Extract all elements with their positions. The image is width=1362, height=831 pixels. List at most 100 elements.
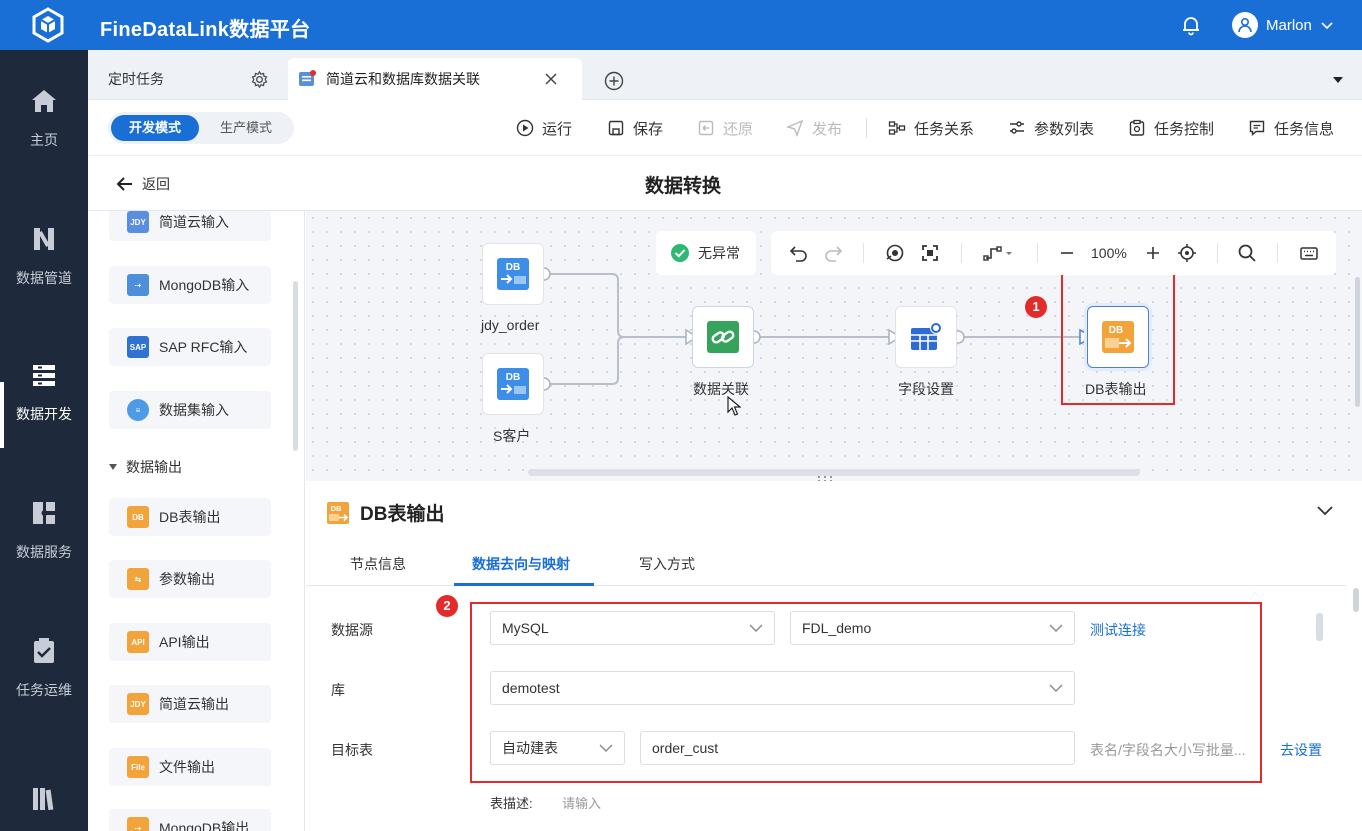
task-relations-button[interactable]: 任务关系 [888,118,974,138]
save-button[interactable]: 保存 [607,118,663,138]
canvas-toolbar-divider [1217,243,1218,263]
library-icon [33,788,54,811]
highlight-box-output-node [1061,267,1175,405]
task-control-icon [1129,119,1145,136]
mode-switch: 开发模式 生产模式 [108,112,294,144]
keyboard-icon[interactable] [1299,243,1319,263]
palette-item-label: 简道云输出 [159,696,229,712]
palette-item-dataset-input[interactable]: ≡ 数据集输入 [109,391,271,429]
go-settings-link[interactable]: 去设置 [1280,740,1322,760]
task-info-button[interactable]: 任务信息 [1248,118,1334,138]
undo-icon[interactable] [789,243,809,263]
jdy-output-icon: JDY [127,693,149,715]
dataset-input-icon: ≡ [127,399,149,421]
palette-item-label: SAP RFC输入 [159,339,248,355]
restore-button[interactable]: 还原 [697,118,753,138]
svg-text:DB: DB [331,504,342,513]
tab-dropdown-icon[interactable] [1332,76,1344,84]
node-jdy-order[interactable]: DB [482,243,544,305]
step-badge-1: 1 [1025,296,1047,318]
editor-header: 数据转换 返回 [88,156,1362,211]
canvas-toolbar-divider [1037,243,1038,263]
palette-item-jdy-output[interactable]: JDY 简道云输出 [109,685,271,723]
node-s-customer[interactable]: DB [482,353,544,415]
app-title: FineDataLink数据平台 [100,19,311,41]
canvas-horizontal-scrollbar[interactable] [528,469,1140,476]
zoom-in-icon[interactable] [1145,243,1161,263]
palette-item-label: MongoDB输出 [159,820,250,831]
tab-label: 定时任务 [108,71,164,87]
fit-screen-icon[interactable] [920,243,940,263]
top-bar: FineDataLink数据平台 Marlon [0,0,1362,50]
palette-group-output[interactable]: 数据输出 [108,457,182,477]
gear-icon[interactable] [250,70,269,89]
notification-bell-icon[interactable] [1180,14,1202,36]
node-data-join[interactable] [692,306,754,368]
pipeline-icon [34,228,54,250]
preview-eye-icon[interactable] [885,243,905,263]
sap-input-icon: SAP [127,336,149,358]
palette-item-jdy-input[interactable]: JDY 简道云输入 [109,211,271,241]
connector-style-icon[interactable] [983,243,1015,263]
palette-item-file-output[interactable]: File 文件输出 [109,748,271,786]
palette-group-label: 数据输出 [126,459,182,475]
database-label: 库 [331,682,345,698]
node-field-settings[interactable] [895,306,957,368]
close-icon[interactable] [544,72,558,86]
restore-icon [698,120,714,136]
back-button[interactable]: 返回 [116,174,170,194]
palette-scrollbar[interactable] [293,281,298,451]
page-scrollbar[interactable] [1353,588,1359,612]
dev-mode-button[interactable]: 开发模式 [111,115,199,141]
mongodb-input-icon: ⇢ [127,274,149,296]
add-tab-icon[interactable] [604,71,624,91]
redo-icon[interactable] [823,243,843,263]
user-menu[interactable]: Marlon [1232,12,1334,38]
link-join-icon [707,321,739,353]
palette-item-mongodb-input[interactable]: ⇢ MongoDB输入 [109,266,271,304]
db-input-icon: DB [497,368,529,400]
task-control-button[interactable]: 任务控制 [1128,118,1214,138]
nav-item-service[interactable]: 数据服务 [0,498,88,608]
restore-label: 还原 [723,120,754,138]
prod-mode-button[interactable]: 生产模式 [202,115,290,141]
nav-item-dev[interactable]: 数据开发 [0,360,88,470]
datasource-label: 数据源 [331,622,373,638]
tab-write-mode[interactable]: 写入方式 [639,554,695,574]
param-list-button[interactable]: 参数列表 [1008,118,1094,138]
node-properties-panel: DB DB表输出 节点信息 数据去向与映射 写入方式 数据源 MySQL FDL… [306,481,1362,831]
publish-button[interactable]: 发布 [786,118,842,138]
zoom-out-icon[interactable] [1059,243,1075,263]
palette-item-api-output[interactable]: API API输出 [109,623,271,661]
search-icon[interactable] [1237,243,1257,263]
palette-item-label: DB表输出 [159,509,221,525]
palette-item-param-output[interactable]: ⇆ 参数输出 [109,560,271,598]
tab-scheduled-tasks[interactable]: 定时任务 [88,58,284,100]
nav-item-pipeline[interactable]: 数据管道 [0,224,88,334]
canvas-vertical-scrollbar[interactable] [1355,277,1360,407]
nav-item-ops[interactable]: 任务运维 [0,636,88,746]
nav-label-ops: 任务运维 [16,682,72,698]
zoom-level: 100% [1091,245,1127,261]
props-scrollbar[interactable] [1316,613,1323,641]
tab-current-task[interactable]: 简道云和数据库数据关联 [288,58,582,100]
tab-data-mapping[interactable]: 数据去向与映射 [472,554,570,574]
db-input-icon: DB [497,258,529,290]
flow-canvas[interactable]: DB jdy_order DB S客户 数据关联 字段设置 DB DB表输出 1… [306,211,1362,482]
palette-item-db-output[interactable]: DB DB表输出 [109,498,271,536]
palette-item-label: API输出 [159,634,210,650]
task-toolbar: 开发模式 生产模式 运行 保存 还原 发布 任务关系 参数列表 任务控制 任务信… [88,100,1362,156]
nav-item-more[interactable] [0,784,88,831]
nav-label-dev: 数据开发 [16,406,72,422]
run-button[interactable]: 运行 [516,118,572,138]
palette-item-mongodb-output[interactable]: ⇢ MongoDB输出 [109,809,271,831]
palette-item-sap-input[interactable]: SAP SAP RFC输入 [109,328,271,366]
tab-node-info[interactable]: 节点信息 [350,554,406,574]
locate-icon[interactable] [1177,243,1197,263]
data-service-icon [33,502,55,524]
table-desc-input[interactable]: 请输入 [562,793,601,812]
user-name: Marlon [1266,16,1312,34]
collapse-chevron-icon[interactable] [1316,503,1334,517]
toolbar-divider [866,118,867,138]
save-icon [608,120,624,136]
